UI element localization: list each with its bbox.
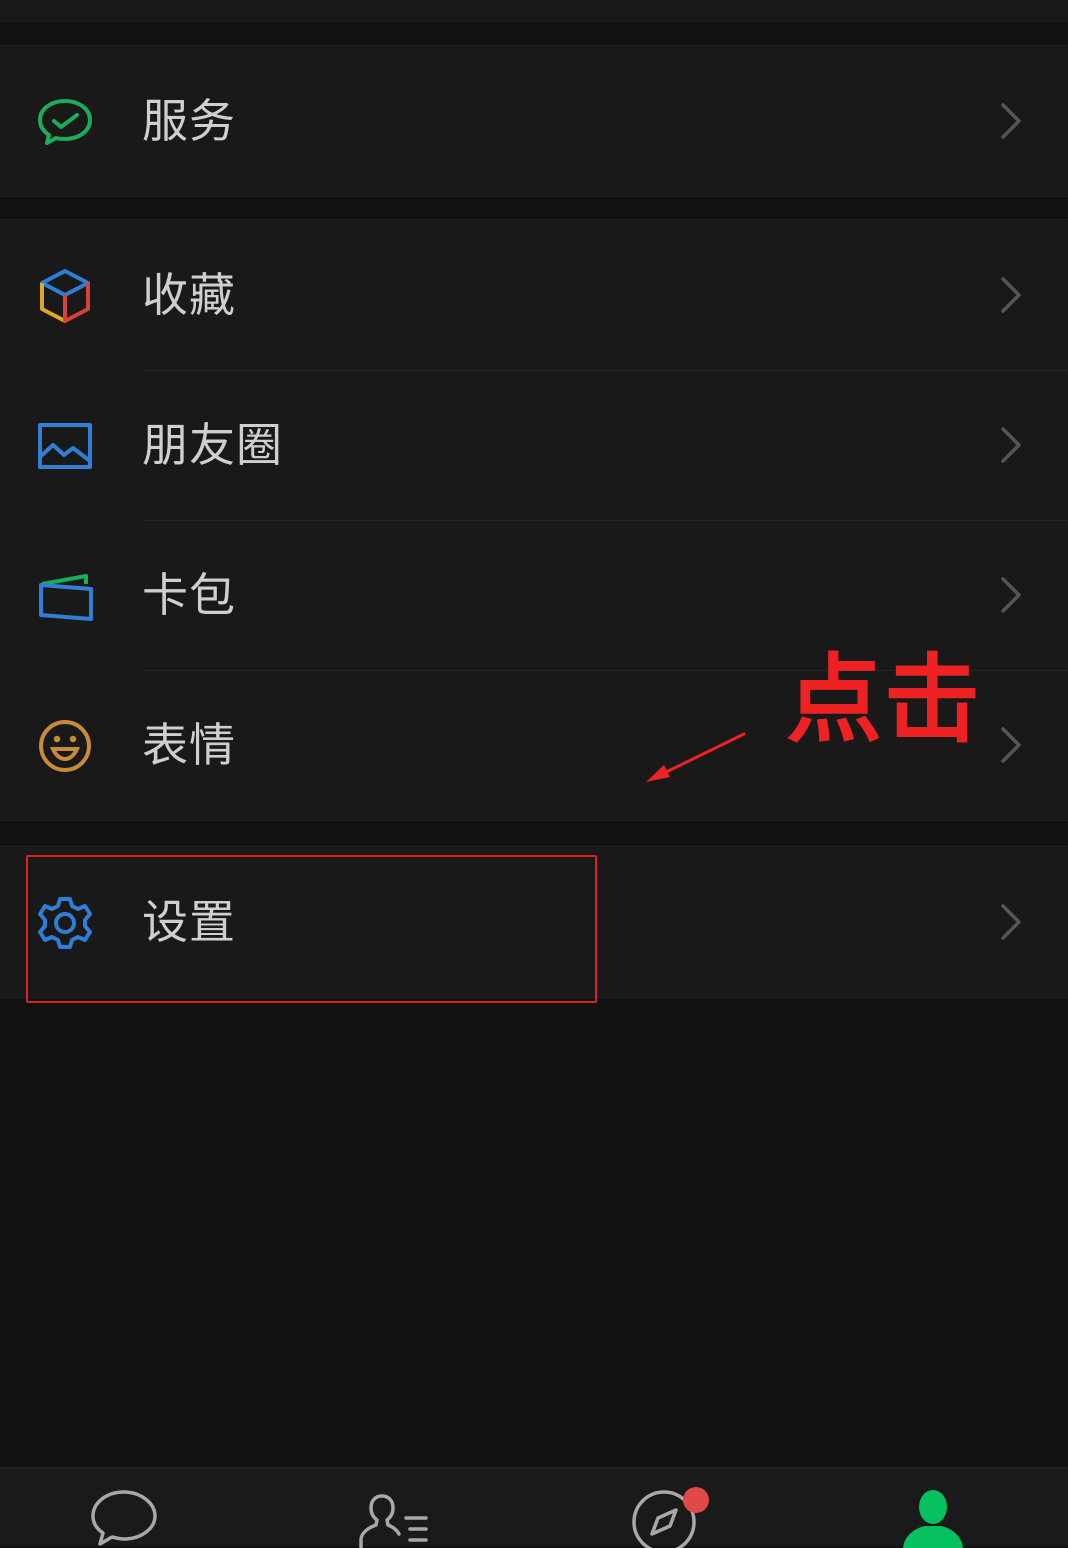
person-icon [903, 1490, 963, 1548]
tab-contacts[interactable] [358, 1488, 430, 1548]
menu-label-services: 服务 [142, 94, 236, 148]
menu-label-favorites: 收藏 [142, 268, 236, 322]
annotation-arrow-icon [646, 732, 746, 782]
menu-item-moments[interactable]: 朋友圈 [0, 370, 1068, 520]
notification-badge [683, 1487, 709, 1513]
cube-icon [36, 267, 94, 325]
tab-chats[interactable] [88, 1488, 160, 1548]
compass-icon [632, 1487, 709, 1548]
chevron-right-icon [998, 275, 1024, 315]
tab-me[interactable] [897, 1488, 969, 1548]
bottom-tab-bar [0, 1467, 1068, 1548]
wallet-icon [36, 567, 94, 625]
top-strip [0, 0, 1068, 22]
chevron-right-icon [998, 101, 1024, 141]
chevron-right-icon [998, 575, 1024, 615]
tab-discover[interactable] [628, 1487, 709, 1548]
chevron-right-icon [998, 425, 1024, 465]
chat-bubble-icon [91, 1490, 157, 1546]
menu-item-services[interactable]: 服务 [0, 46, 1068, 196]
chevron-right-icon [998, 725, 1024, 765]
wechat-pay-icon [36, 93, 94, 151]
picture-icon [36, 417, 94, 475]
menu-label-cards: 卡包 [142, 568, 236, 622]
menu-item-favorites[interactable]: 收藏 [0, 220, 1068, 370]
smiley-icon [36, 717, 94, 775]
contacts-icon [359, 1494, 428, 1548]
annotation-text: 点击 [786, 644, 982, 756]
chevron-right-icon [998, 902, 1024, 942]
annotation-highlight-box [26, 855, 597, 1003]
menu-label-moments: 朋友圈 [142, 418, 283, 472]
group-services: 服务 [0, 45, 1068, 197]
menu-label-stickers: 表情 [142, 718, 236, 772]
